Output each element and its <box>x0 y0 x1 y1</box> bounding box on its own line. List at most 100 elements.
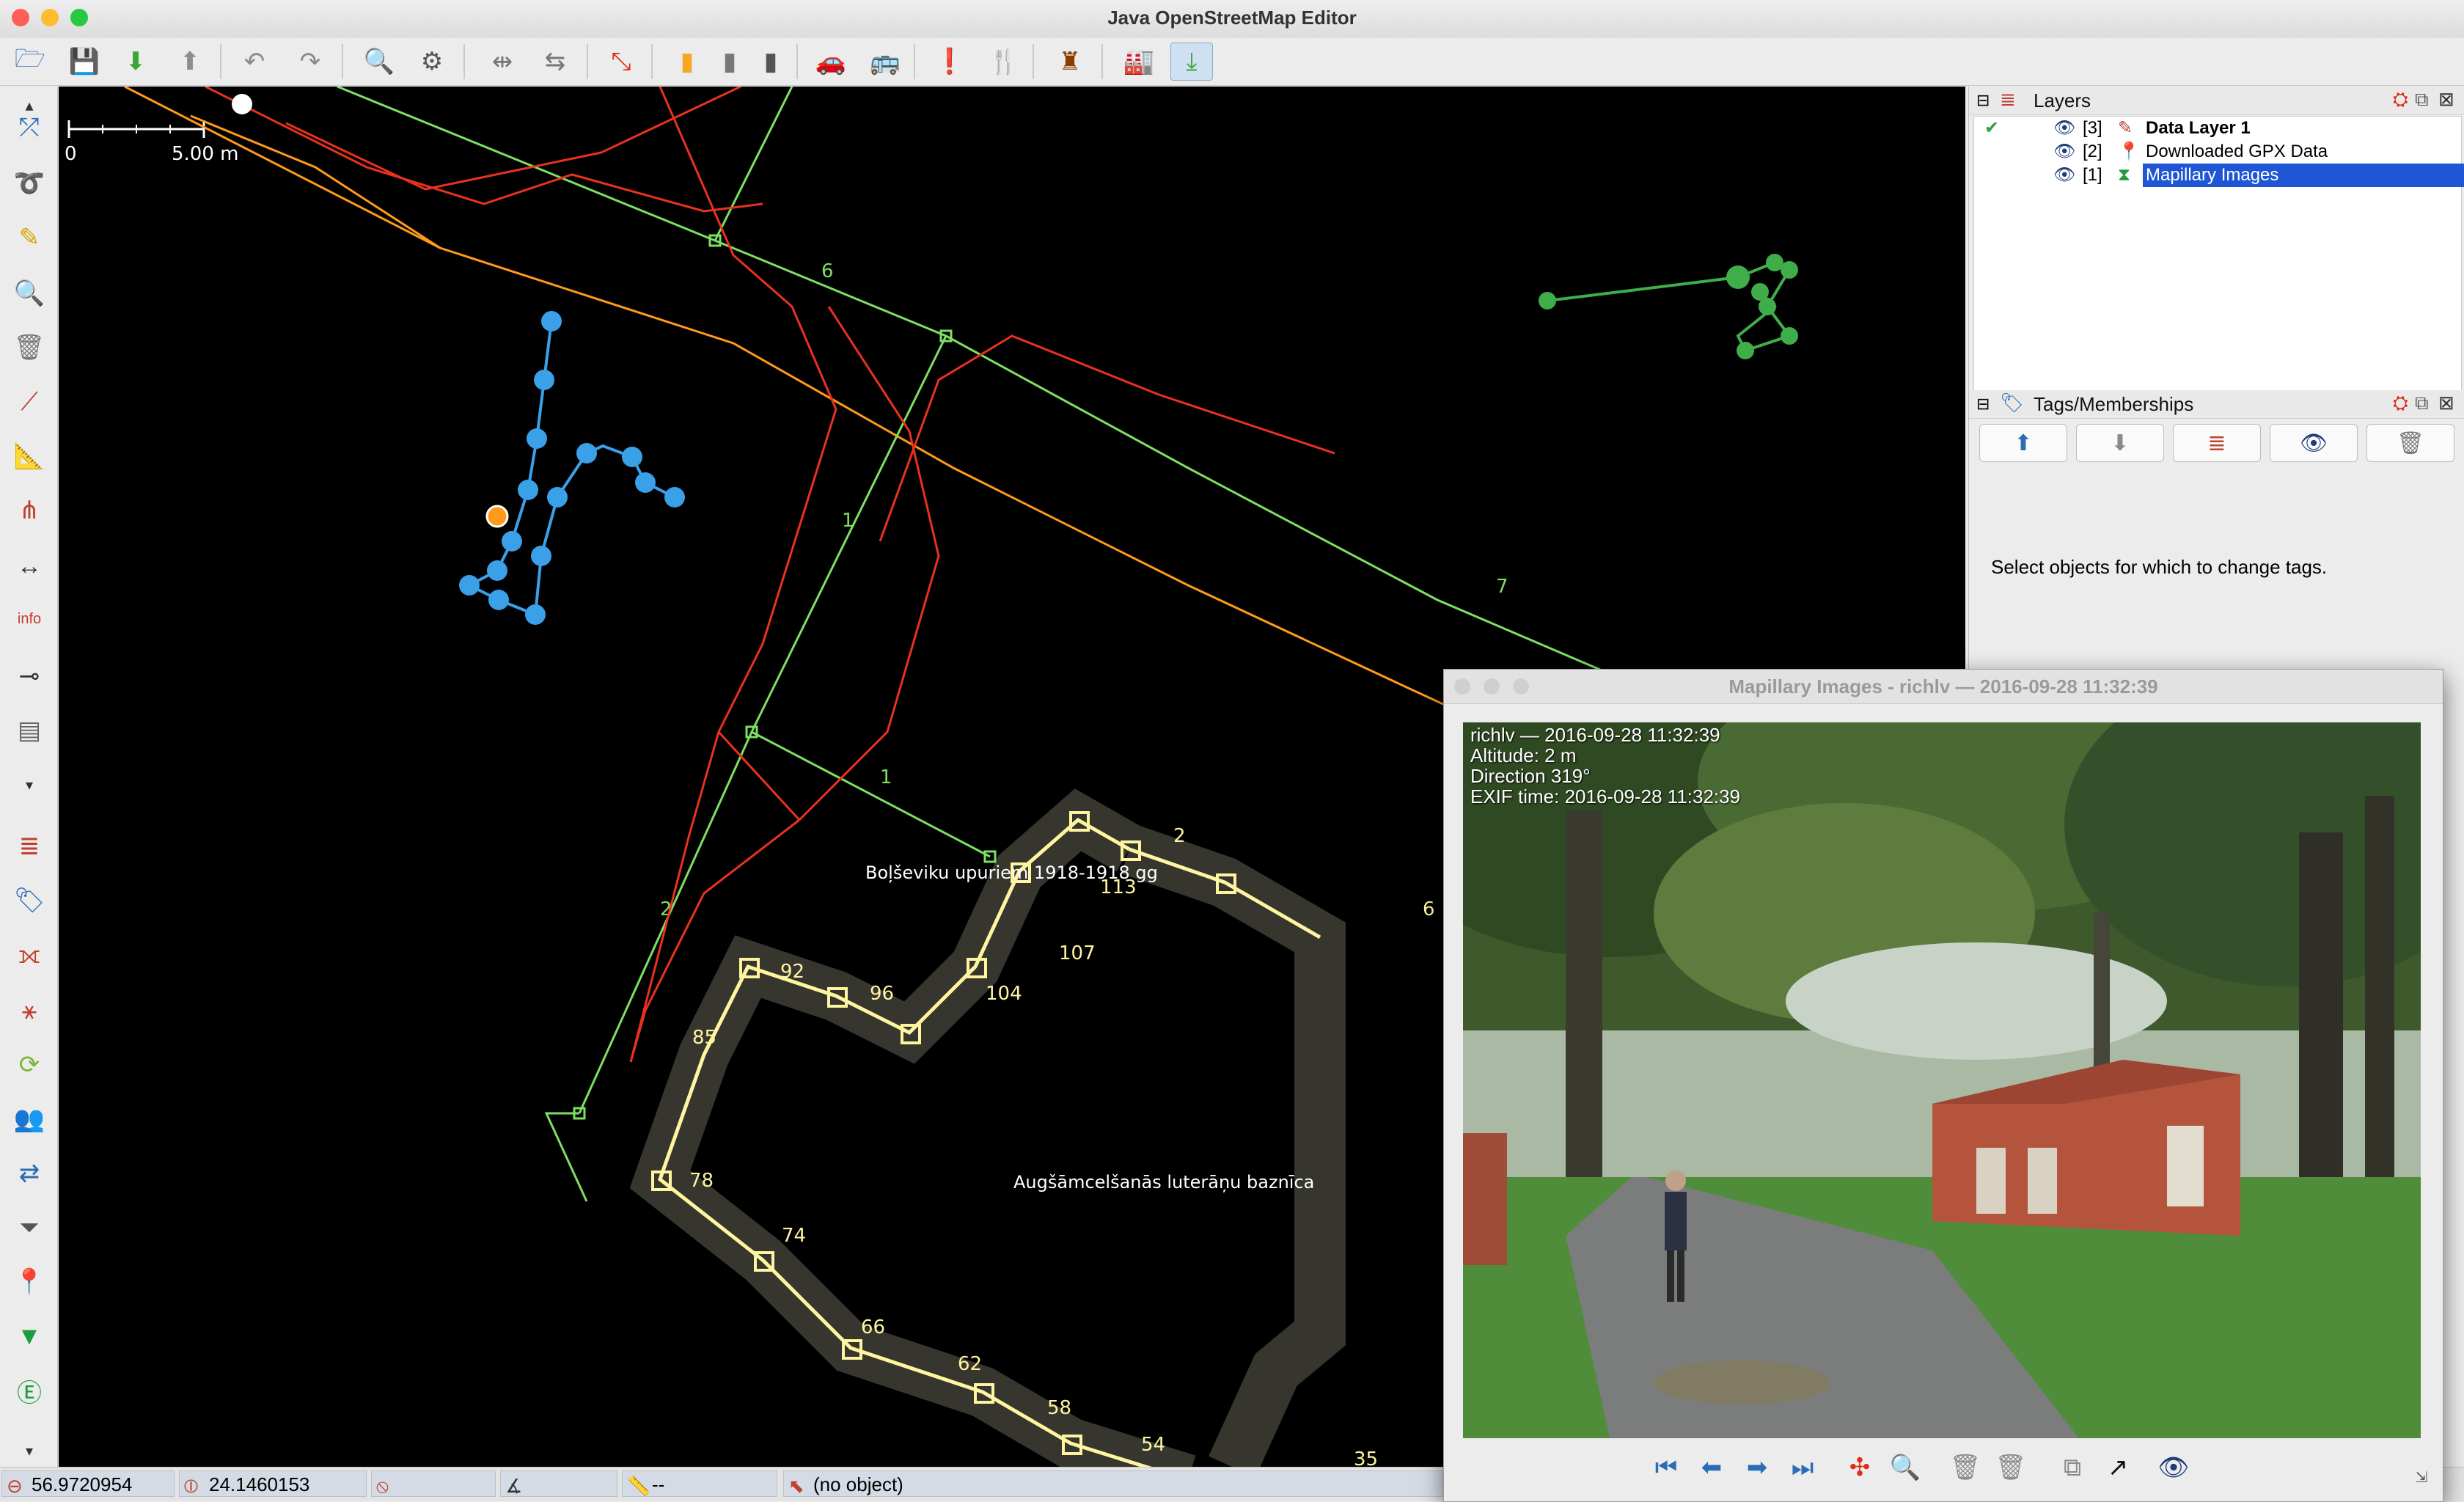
layer-row[interactable]: 👁 [2] 📍 Downloaded GPX Data <box>1980 140 2464 164</box>
copy-image-button[interactable]: ⧉ <box>2054 1450 2091 1485</box>
scroll-down-icon[interactable]: ▾ <box>10 766 48 804</box>
redo-icon[interactable]: ↷ <box>289 43 331 81</box>
resize-handle-icon[interactable]: ⇲ <box>2410 1466 2432 1488</box>
distance-value: -- <box>652 1473 665 1495</box>
parallel-tool-icon[interactable]: ⋔ <box>10 491 48 530</box>
left-toolbar: ▴ ⤱ ➰ ✎ 🔍 🗑 ⟋ 📐 ⋔ ↔ info ⊸ ▤ ▾ ≣ 🏷 ⟗ ⚹ ⟳… <box>0 87 58 1467</box>
church-building[interactable] <box>629 788 1346 1467</box>
save-icon[interactable]: 💾 <box>63 43 106 81</box>
building-tool-icon[interactable]: ▤ <box>10 711 48 750</box>
layers-dialog-header: ⊟ ≣ Layers ⛭ ⧉ ⊠ <box>1969 87 2464 115</box>
delete-tool-icon[interactable]: 🗑 <box>10 329 48 367</box>
tags-empty-message: Select objects for which to change tags. <box>1991 556 2328 578</box>
combine-way-icon[interactable]: ⇆ <box>534 43 576 81</box>
changeset-toggle-icon[interactable]: ⟳ <box>10 1046 48 1084</box>
detach-icon[interactable]: ⧉ <box>2415 392 2429 415</box>
filter-toggle-icon[interactable]: ⏷ <box>10 1209 48 1247</box>
visibility-eye-icon[interactable]: 👁 <box>2053 140 2075 164</box>
reverse-way-icon[interactable]: ⤡ <box>600 43 642 81</box>
car-icon[interactable]: 🚗 <box>810 43 852 81</box>
close-dialog-icon[interactable]: ⊠ <box>2438 392 2454 414</box>
street-photo[interactable]: richlv — 2016-09-28 11:32:39 Altitude: 2… <box>1463 722 2421 1438</box>
extrude-tool-icon[interactable]: ↔ <box>10 547 48 585</box>
mapillary-export-icon[interactable]: Ⓔ <box>10 1371 48 1410</box>
notes-toggle-icon[interactable]: 📍 <box>10 1263 48 1301</box>
open-file-icon[interactable]: 🗁 <box>9 43 51 81</box>
last-image-button[interactable]: ⏭ <box>1784 1450 1821 1485</box>
mapillary-filter-icon[interactable]: ▼ <box>10 1317 48 1355</box>
layer-name: Downloaded GPX Data <box>2146 142 2328 161</box>
preferences-icon[interactable]: ⚙ <box>411 43 453 81</box>
node-number-label: 6 <box>1423 898 1435 920</box>
upload-icon[interactable]: ⬆ <box>169 43 211 81</box>
restaurant-icon[interactable]: 🍴 <box>983 43 1025 81</box>
viewer-titlebar: Mapillary Images - richlv — 2016-09-28 1… <box>1444 670 2443 704</box>
mapillary-image-window: Mapillary Images - richlv — 2016-09-28 1… <box>1443 669 2443 1502</box>
split-way-icon[interactable]: ⇹ <box>481 43 524 81</box>
layers-toggle-icon[interactable]: ≣ <box>10 827 48 865</box>
selected-node[interactable] <box>232 94 252 114</box>
scroll-down-icon[interactable]: ▾ <box>10 1432 48 1470</box>
road-preset-icon[interactable]: ▮ <box>666 43 708 81</box>
zoom-image-button[interactable]: 🔍 <box>1887 1450 1924 1485</box>
delete-image-button[interactable]: 🗑 <box>1947 1450 1984 1485</box>
layer-index: [2] <box>2083 142 2102 161</box>
tags-toggle-icon[interactable]: 🏷 <box>10 882 48 920</box>
layers-icon: ≣ <box>2000 88 2016 110</box>
toggle-visibility-button[interactable]: 👁 <box>2155 1450 2192 1485</box>
layer-row[interactable]: ✔ 👁 [3] ✎ Data Layer 1 <box>1980 117 2464 140</box>
traffic-signal-icon[interactable]: ▮ <box>749 43 792 81</box>
collapse-icon[interactable]: ⊟ <box>1976 395 1990 414</box>
draw-tool-icon[interactable]: ✎ <box>10 219 48 257</box>
detach-icon[interactable]: ⧉ <box>2415 88 2429 111</box>
open-external-button[interactable]: ↗ <box>2100 1450 2136 1485</box>
visibility-eye-icon[interactable]: 👁 <box>2053 164 2075 187</box>
mapillary-sequence[interactable] <box>459 311 685 625</box>
visibility-eye-icon[interactable]: 👁 <box>2053 117 2075 140</box>
zoom-tool-icon[interactable]: 🔍 <box>10 274 48 312</box>
help-icon[interactable]: ⛭ <box>2393 88 2408 111</box>
warning-icon[interactable]: ❗ <box>928 43 971 81</box>
layer-name: Data Layer 1 <box>2146 118 2251 138</box>
angle-icon: ∡ <box>505 1475 523 1497</box>
lasso-tool-icon[interactable]: ➰ <box>10 164 48 202</box>
node-number-label: 107 <box>1059 942 1096 964</box>
tags-dialog-header: ⊟ 🏷 Tags/Memberships ⛭ ⧉ ⊠ <box>1969 390 2464 419</box>
heading-icon: ⦸ <box>376 1475 389 1497</box>
trash-image-button[interactable]: 🗑 <box>1992 1450 2029 1485</box>
mapillary-sequence-green[interactable] <box>1539 254 1798 359</box>
select-tool-icon[interactable]: ⤱ <box>10 109 48 147</box>
users-toggle-icon[interactable]: 👥 <box>10 1100 48 1138</box>
longitude-field: ⦶ 24.1460153 <box>179 1470 367 1497</box>
selection-toggle-icon[interactable]: ⚹ <box>10 992 48 1030</box>
layer-row[interactable]: 👁 [1] ⧗ Mapillary Images <box>1980 164 2464 187</box>
center-view-button[interactable]: ✣ <box>1841 1450 1878 1485</box>
first-image-button[interactable]: ⏮ <box>1648 1450 1684 1485</box>
bus-icon[interactable]: 🚌 <box>864 43 906 81</box>
measure-tool-icon[interactable]: 📐 <box>10 437 48 475</box>
pointer-icon: ⬉ <box>788 1475 804 1497</box>
next-image-button[interactable]: ➡ <box>1739 1450 1775 1485</box>
conflict-toggle-icon[interactable]: ⇄ <box>10 1154 48 1193</box>
improve-way-icon[interactable]: ⟋ <box>10 383 48 421</box>
connect-tool-icon[interactable]: ⊸ <box>10 657 48 695</box>
download-icon[interactable]: ⬇ <box>114 43 157 81</box>
collapse-icon[interactable]: ⊟ <box>1976 91 1990 110</box>
factory-icon[interactable]: 🏭 <box>1118 43 1160 81</box>
node-number-label: 62 <box>958 1353 982 1375</box>
relation-toggle-icon[interactable]: ⟗ <box>10 936 48 974</box>
layer-index: [3] <box>2083 118 2102 138</box>
info-tool-icon[interactable]: info <box>10 600 48 638</box>
heading-field: ⦸ <box>371 1470 496 1497</box>
undo-icon[interactable]: ↶ <box>233 43 276 81</box>
photo-image <box>1463 722 2421 1438</box>
track-preset-icon[interactable]: ▮ <box>708 43 751 81</box>
overlay-exif-time: EXIF time: 2016-09-28 11:32:39 <box>1470 785 1741 807</box>
previous-image-button[interactable]: ⬅ <box>1693 1450 1730 1485</box>
download-imagery-icon[interactable]: ⤓ <box>1170 43 1213 81</box>
close-dialog-icon[interactable]: ⊠ <box>2438 88 2454 111</box>
zoom-icon[interactable]: 🔍 <box>358 43 400 81</box>
castle-icon[interactable]: ♜ <box>1049 43 1091 81</box>
help-icon[interactable]: ⛭ <box>2393 392 2408 415</box>
way-number-label: 7 <box>1496 576 1508 598</box>
